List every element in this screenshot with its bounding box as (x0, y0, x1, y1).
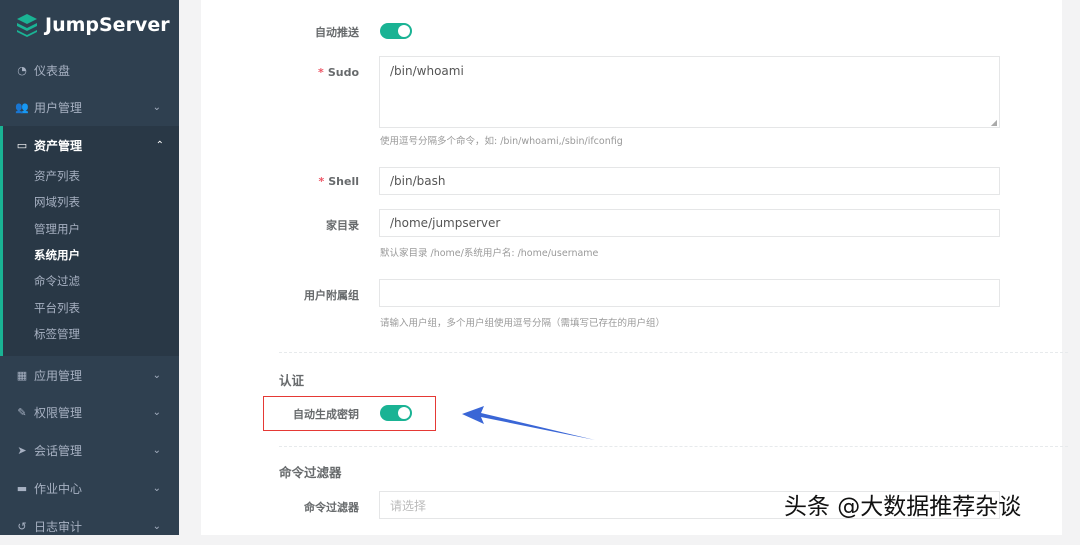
filter-placeholder: 请选择 (390, 498, 427, 513)
auto-key-toggle[interactable] (380, 405, 412, 421)
section-divider (279, 446, 1068, 447)
required-mark: * (318, 66, 324, 79)
chevron-down-icon: ⌄ (152, 101, 161, 113)
groups-label: 用户附属组 (304, 289, 359, 302)
form-panel: 自动推送 * Sudo /bin/whoami ◢ 使用逗号分隔多个命令，如: /… (201, 0, 1068, 535)
history-icon: ↺ (17, 519, 27, 533)
app-logo[interactable]: JumpServer (0, 0, 179, 50)
filter-label: 命令过滤器 (304, 501, 359, 514)
submenu-system-user[interactable]: 系统用户 (34, 247, 80, 263)
nav-label: 应用管理 (34, 368, 83, 383)
sudo-value: /bin/whoami (390, 64, 464, 78)
submenu-cmd-filter[interactable]: 命令过滤 (34, 273, 80, 289)
chevron-down-icon: ⌄ (152, 444, 161, 456)
groups-help: 请输入用户组，多个用户组使用逗号分隔（需填写已存在的用户组） (380, 318, 666, 329)
nav-label: 日志审计 (34, 519, 83, 534)
nav-dashboard[interactable]: ◔ 仪表盘 (0, 51, 179, 89)
sudo-label: * Sudo (201, 66, 359, 79)
nav-permissions[interactable]: ✎ 权限管理 ⌄ (0, 393, 179, 431)
sudo-help: 使用逗号分隔多个命令，如: /bin/whoami,/sbin/ifconfig (380, 136, 623, 147)
nav-audit[interactable]: ↺ 日志审计 ⌄ (0, 507, 179, 545)
annotation-arrow-icon (462, 406, 595, 440)
resize-handle-icon[interactable]: ◢ (991, 118, 997, 127)
sudo-label-text: Sudo (327, 66, 359, 79)
nav-label: 资产管理 (34, 138, 83, 153)
submenu-domain-list[interactable]: 网域列表 (34, 194, 80, 210)
chevron-down-icon: ⌄ (152, 482, 161, 494)
sudo-textarea[interactable]: /bin/whoami ◢ (379, 56, 1000, 128)
submenu-label-manage[interactable]: 标签管理 (34, 326, 80, 342)
dashboard-icon: ◔ (17, 63, 27, 77)
nav-assets[interactable]: ▭ 资产管理 ⌃ (0, 126, 182, 164)
sidebar: JumpServer ◔ 仪表盘 👥 用户管理 ⌄ ▭ 资产管理 ⌃ 资产列表 … (0, 0, 182, 535)
shell-value: /bin/bash (390, 174, 446, 188)
inbox-icon: ▭ (16, 138, 28, 152)
submenu-platform-list[interactable]: 平台列表 (34, 300, 80, 316)
coffee-icon: ▬ (16, 481, 28, 495)
nav-label: 仪表盘 (34, 63, 71, 78)
nav-applications[interactable]: ▦ 应用管理 ⌄ (0, 356, 179, 394)
grid-icon: ▦ (16, 368, 28, 382)
filter-section-title: 命令过滤器 (279, 465, 342, 480)
shell-label: * Shell (201, 175, 359, 188)
section-divider (279, 352, 1068, 353)
home-input[interactable]: /home/jumpserver (379, 209, 1000, 237)
main-content: 自动推送 * Sudo /bin/whoami ◢ 使用逗号分隔多个命令，如: /… (179, 0, 1080, 535)
users-icon: 👥 (15, 100, 29, 114)
chevron-down-icon: ⌄ (152, 406, 161, 418)
nav-label: 权限管理 (34, 405, 83, 420)
chevron-down-icon: ⌄ (152, 369, 161, 381)
assets-submenu: 资产列表 网域列表 管理用户 系统用户 命令过滤 平台列表 标签管理 (0, 162, 179, 356)
auto-key-label: 自动生成密钥 (293, 408, 359, 421)
submenu-admin-user[interactable]: 管理用户 (34, 221, 80, 237)
rocket-icon: ➤ (17, 443, 27, 457)
nav-jobs[interactable]: ▬ 作业中心 ⌄ (0, 469, 179, 507)
submenu-asset-list[interactable]: 资产列表 (34, 168, 80, 184)
chevron-down-icon: ⌄ (152, 520, 161, 532)
jumpserver-logo-icon (17, 14, 37, 37)
chevron-up-icon: ⌃ (155, 139, 164, 151)
auth-section-title: 认证 (279, 373, 305, 388)
auto-push-toggle[interactable] (380, 23, 412, 39)
home-value: /home/jumpserver (390, 216, 501, 230)
auto-push-label: 自动推送 (315, 26, 359, 39)
nav-label: 作业中心 (34, 481, 83, 496)
shell-input[interactable]: /bin/bash (379, 167, 1000, 195)
watermark: 头条 @大数据推荐杂谈 (784, 494, 1022, 520)
nav-label: 用户管理 (34, 100, 83, 115)
home-label: 家目录 (326, 219, 359, 232)
nav-users[interactable]: 👥 用户管理 ⌄ (0, 88, 179, 126)
shell-label-text: Shell (328, 175, 359, 188)
edit-icon: ✎ (17, 405, 27, 419)
home-help: 默认家目录 /home/系统用户名: /home/username (380, 248, 599, 259)
nav-sessions[interactable]: ➤ 会话管理 ⌄ (0, 431, 179, 469)
required-mark: * (318, 175, 325, 188)
nav-label: 会话管理 (34, 443, 83, 458)
groups-input[interactable] (379, 279, 1000, 307)
app-name: JumpServer (45, 14, 170, 36)
